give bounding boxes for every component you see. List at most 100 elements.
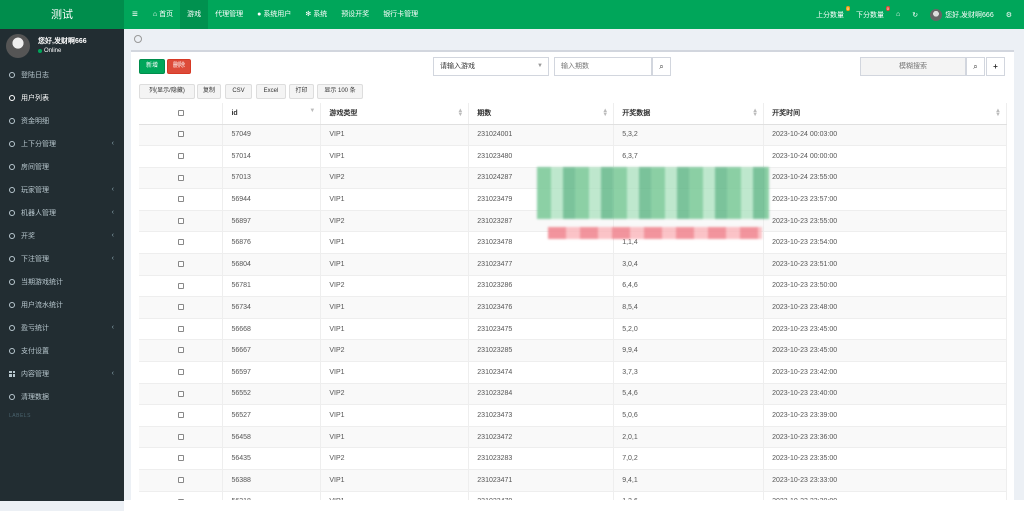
- nav-game[interactable]: 游戏: [180, 0, 209, 29]
- sidebar-item-payment[interactable]: 支付设置: [0, 339, 124, 362]
- table-row[interactable]: 56668 VIP1 231023475 5,2,0 2023-10-23 23:45:…: [139, 318, 1007, 341]
- row-select-cell[interactable]: [139, 361, 224, 384]
- row-select-cell[interactable]: [139, 296, 224, 319]
- row-checkbox[interactable]: [177, 347, 184, 354]
- row-checkbox[interactable]: [177, 196, 184, 203]
- refresh-icon[interactable]: ↻: [906, 11, 924, 19]
- row-checkbox[interactable]: [177, 304, 184, 311]
- sidebar-item-draw[interactable]: 开奖 ‹: [0, 224, 124, 247]
- row-checkbox[interactable]: [177, 174, 184, 181]
- nav-bank-card[interactable]: 银行卡管理: [376, 0, 425, 29]
- col-period[interactable]: 期数 ▲ ▼: [468, 103, 615, 125]
- delete-button[interactable]: 删除: [167, 59, 191, 74]
- row-checkbox[interactable]: [177, 476, 184, 483]
- period-input[interactable]: 输入期数: [554, 57, 652, 76]
- row-select-cell[interactable]: [139, 145, 224, 168]
- row-select-cell[interactable]: [139, 339, 224, 363]
- add-icon[interactable]: +: [986, 57, 1005, 76]
- table-row[interactable]: 56552 VIP2 231023284 5,4,6 2023-10-23 23:40:…: [139, 383, 1007, 406]
- row-checkbox[interactable]: [177, 368, 184, 375]
- row-select-cell[interactable]: [139, 383, 224, 406]
- table-row[interactable]: 56597 VIP1 231023474 3,7,3 2023-10-23 23:42:…: [139, 361, 1007, 384]
- row-checkbox[interactable]: [177, 239, 184, 246]
- sidebar-item-login-log[interactable]: 登陆日志: [0, 63, 124, 86]
- app-logo[interactable]: 测试: [0, 0, 124, 29]
- user-menu[interactable]: 您好,发财啊666: [924, 8, 1000, 21]
- sidebar-item-content[interactable]: 内容管理 ‹: [0, 362, 124, 385]
- menu-toggle-icon[interactable]: ≡: [124, 0, 146, 29]
- col-draw-data[interactable]: 开奖数据 ▲ ▼: [613, 103, 765, 125]
- sidebar-item-bets[interactable]: 下注管理 ‹: [0, 247, 124, 270]
- row-checkbox[interactable]: [177, 433, 184, 440]
- table-row[interactable]: 56318VIP12310234701,2,62023-10-23 23:30:…: [139, 491, 1007, 500]
- down-score-link[interactable]: 下分数量 0: [850, 5, 890, 20]
- fuzzy-search-button[interactable]: ⌕: [966, 57, 985, 76]
- row-checkbox[interactable]: [177, 261, 184, 268]
- sidebar-item-funds[interactable]: 资金明细: [0, 109, 124, 132]
- columns-button[interactable]: 列(显示/隐藏): [139, 84, 195, 99]
- row-checkbox[interactable]: [177, 390, 184, 397]
- table-row[interactable]: 57049 VIP1 231024001 5,3,2 2023-10-24 00:03:…: [139, 124, 1007, 147]
- table-row[interactable]: 56781 VIP2 231023286 6,4,6 2023-10-23 23:50:…: [139, 275, 1007, 298]
- row-select-cell[interactable]: [139, 469, 224, 492]
- table-row[interactable]: 56527 VIP1 231023473 5,0,6 2023-10-23 23:39:…: [139, 404, 1007, 427]
- settings-icon[interactable]: ⚙: [1000, 11, 1018, 19]
- select-all-checkbox[interactable]: [177, 109, 184, 116]
- row-select-cell[interactable]: [139, 210, 224, 233]
- row-select-cell[interactable]: [139, 231, 224, 255]
- row-select-cell[interactable]: [139, 447, 224, 470]
- row-select-cell[interactable]: [139, 253, 224, 276]
- sidebar-item-robots[interactable]: 机器人管理 ‹: [0, 201, 124, 224]
- sidebar-item-clear-data[interactable]: 清理数据: [0, 385, 124, 408]
- table-row[interactable]: 56388 VIP1 231023471 9,4,1 2023-10-23 23:33:…: [139, 469, 1007, 492]
- copy-button[interactable]: 复制: [197, 84, 221, 99]
- nav-system[interactable]: ✻ 系统: [298, 0, 334, 29]
- excel-button[interactable]: Excel: [256, 84, 286, 99]
- home-icon[interactable]: ⌂: [890, 11, 906, 18]
- col-id[interactable]: id ▼: [222, 103, 322, 125]
- row-select-cell[interactable]: [139, 124, 224, 147]
- row-checkbox[interactable]: [177, 282, 184, 289]
- sidebar-item-players[interactable]: 玩家管理 ‹: [0, 178, 124, 201]
- csv-button[interactable]: CSV: [225, 84, 252, 99]
- nav-agent[interactable]: 代理管理: [208, 0, 250, 29]
- row-checkbox[interactable]: [177, 455, 184, 462]
- row-checkbox[interactable]: [177, 217, 184, 224]
- table-row[interactable]: 56458 VIP1 231023472 2,0,1 2023-10-23 23:36:…: [139, 426, 1007, 449]
- print-button[interactable]: 打印: [289, 84, 314, 99]
- row-checkbox[interactable]: [177, 153, 184, 160]
- nav-preset-draw[interactable]: 预设开奖: [334, 0, 376, 29]
- row-select-cell[interactable]: [139, 318, 224, 341]
- search-button[interactable]: ⌕: [652, 57, 671, 76]
- table-row[interactable]: 57014 VIP1 231023480 6,3,7 2023-10-24 00:00:…: [139, 145, 1007, 168]
- table-row[interactable]: 56804 VIP1 231023477 3,0,4 2023-10-23 23:51:…: [139, 253, 1007, 276]
- col-game-type[interactable]: 游戏类型 ▲ ▼: [320, 103, 470, 125]
- col-draw-time[interactable]: 开奖时间 ▲ ▼: [763, 103, 1007, 125]
- nav-system-users[interactable]: ● 系统用户: [250, 0, 298, 29]
- sidebar-item-score-management[interactable]: 上下分管理 ‹: [0, 132, 124, 155]
- fuzzy-search-input[interactable]: 模糊搜索: [860, 57, 966, 76]
- row-select-cell[interactable]: [139, 167, 224, 190]
- sidebar-item-period-stats[interactable]: 当期游戏统计: [0, 270, 124, 293]
- table-row[interactable]: 56734 VIP1 231023476 8,5,4 2023-10-23 23:48:…: [139, 296, 1007, 319]
- add-button[interactable]: 新增: [139, 59, 165, 74]
- row-select-cell[interactable]: [139, 275, 224, 298]
- sidebar-item-user-list[interactable]: 用户列表: [0, 86, 124, 109]
- nav-home[interactable]: ⌂ 首页: [146, 0, 180, 29]
- row-select-cell[interactable]: [139, 188, 224, 211]
- row-checkbox[interactable]: [177, 412, 184, 419]
- refresh-icon[interactable]: [134, 35, 142, 43]
- row-select-cell[interactable]: [139, 404, 224, 427]
- page-size-button[interactable]: 显示 100 条: [317, 84, 363, 99]
- row-select-cell[interactable]: [139, 426, 224, 449]
- table-row[interactable]: 56667 VIP2 231023285 9,9,4 2023-10-23 23:45:…: [139, 339, 1007, 363]
- sidebar-item-flow-stats[interactable]: 用户流水统计: [0, 293, 124, 316]
- row-checkbox[interactable]: [177, 131, 184, 138]
- select-all-header[interactable]: [139, 103, 224, 125]
- sidebar-item-profit-stats[interactable]: 盈亏统计 ‹: [0, 316, 124, 339]
- up-score-link[interactable]: 上分数量 0: [810, 5, 850, 20]
- table-row[interactable]: 56435 VIP2 231023283 7,0,2 2023-10-23 23:35:…: [139, 447, 1007, 470]
- game-select[interactable]: 请输入游戏 ▼: [433, 57, 549, 76]
- row-checkbox[interactable]: [177, 325, 184, 332]
- sidebar-item-rooms[interactable]: 房间管理: [0, 155, 124, 178]
